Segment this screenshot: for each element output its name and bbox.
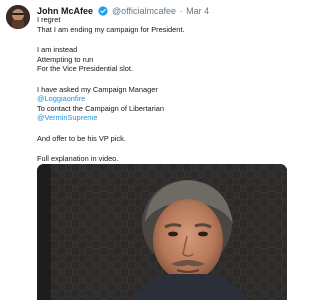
tweet-line: Full explanation in video.	[37, 154, 119, 164]
tweet-line: That I am ending my campaign for Preside…	[37, 24, 185, 34]
tweet-line: I have asked my Campaign Manager	[37, 84, 158, 94]
video-player[interactable]	[37, 164, 287, 300]
avatar-image	[6, 5, 30, 29]
tweet[interactable]: John McAfee @officialmcafee · Mar 4 I re…	[0, 0, 298, 300]
tweet-line: And offer to be his VP pick.	[37, 133, 126, 143]
tweet-line: Attempting to run	[37, 54, 94, 64]
avatar[interactable]	[6, 5, 30, 29]
tweet-text: I regret That I am ending my campaign fo…	[37, 15, 292, 164]
tweet-line: I regret	[37, 15, 61, 24]
video-frame	[37, 164, 287, 300]
mention-verminsupreme[interactable]: @VerminSupreme	[37, 113, 292, 123]
tweet-line: I am instead	[37, 44, 78, 54]
tweet-line: To contact the Campaign of Libertarian	[37, 103, 164, 113]
mention-loggiaonfire[interactable]: @Loggiaonfire	[37, 94, 292, 104]
tweet-line: For the Vice Presidential slot.	[37, 64, 133, 74]
